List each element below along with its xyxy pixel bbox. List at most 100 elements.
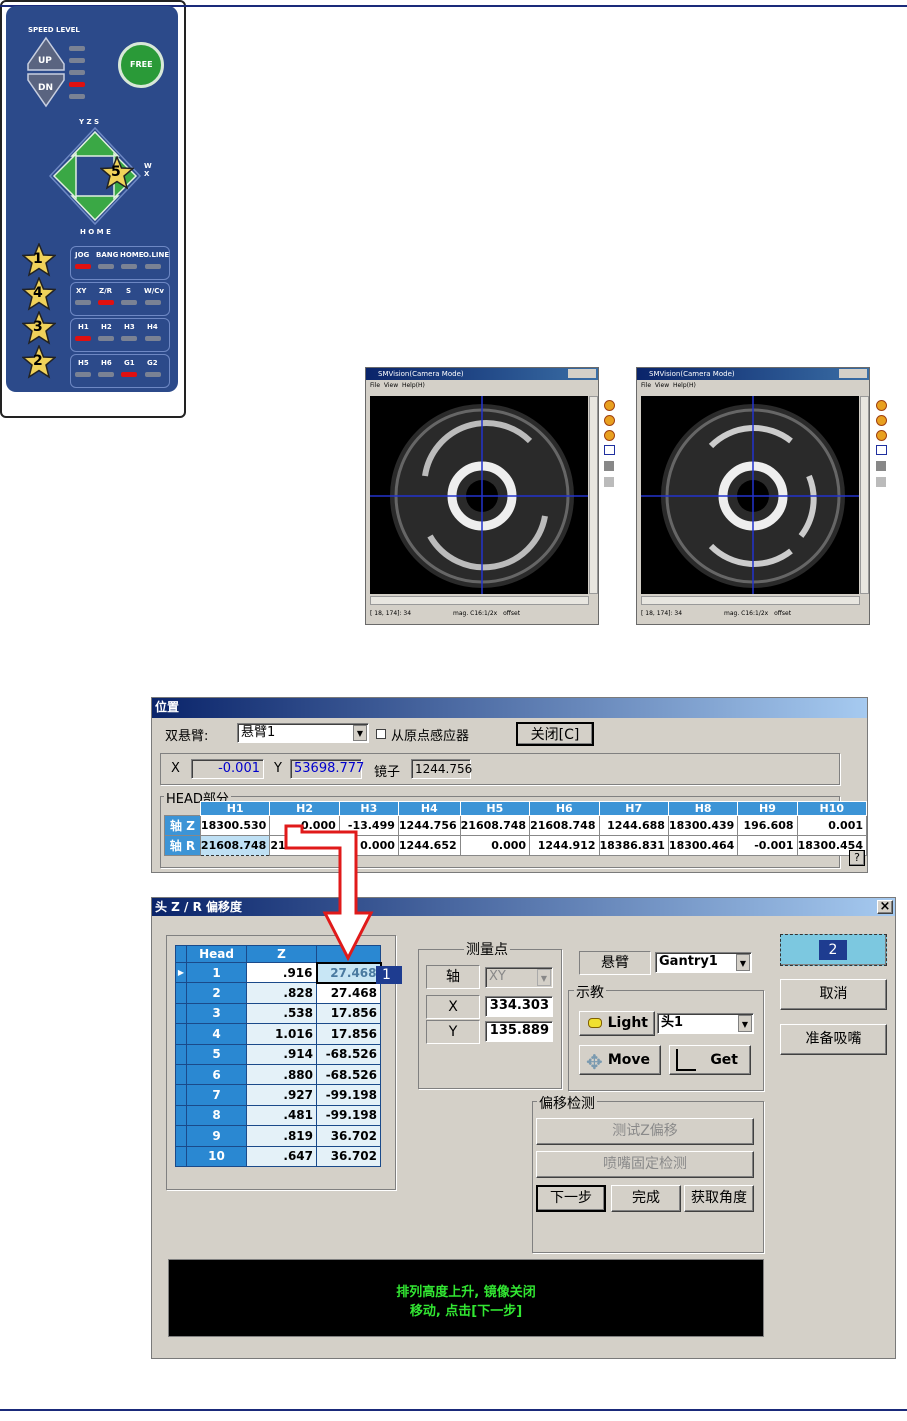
head-col-h9: H9 — [737, 801, 798, 816]
r-cell[interactable]: 17.856 — [316, 1002, 381, 1025]
table-cell-selected: 21608.748 — [199, 835, 271, 856]
menu-help[interactable]: Help(H) — [402, 382, 425, 389]
smvision-menu: File View Help(H) — [637, 380, 869, 391]
r-cell[interactable]: 36.702 — [316, 1125, 381, 1147]
vertical-scrollbar[interactable] — [589, 396, 598, 594]
done-button[interactable]: 完成 — [611, 1185, 681, 1212]
gray-tool-icon[interactable] — [876, 461, 886, 471]
horizontal-scrollbar[interactable] — [641, 596, 860, 605]
r-cell[interactable]: 27.468 — [316, 982, 381, 1004]
help-button[interactable]: ? — [849, 850, 865, 866]
up-button-label: UP — [38, 56, 52, 66]
r-cell[interactable]: -68.526 — [316, 1043, 381, 1065]
zoom-fit-icon[interactable] — [876, 430, 887, 441]
z-cell[interactable]: .880 — [246, 1063, 317, 1086]
z-cell[interactable]: 1.016 — [246, 1023, 317, 1045]
status-bar: [ 18, 174]: 34 mag. C16:1/2x offset — [370, 610, 520, 617]
axis-r-row: 轴 R 21608.748 21608.748 0.000 1244.652 0… — [164, 835, 868, 856]
dn-button-label: DN — [38, 83, 54, 93]
table-cell: 1244.688 — [598, 815, 669, 836]
window-controls-icon[interactable] — [568, 369, 596, 378]
menu-view[interactable]: View — [384, 382, 398, 389]
table-row[interactable]: 9.819 36.702 — [175, 1125, 381, 1147]
axis-r-label: 轴 R — [164, 835, 201, 856]
message-line-1: 排列高度上升, 镜像关闭 — [396, 1285, 536, 1300]
horizontal-scrollbar[interactable] — [370, 596, 589, 605]
chevron-down-icon[interactable]: ▼ — [353, 725, 367, 741]
get-angle-button[interactable]: 获取角度 — [684, 1185, 754, 1212]
window-icon[interactable] — [876, 445, 887, 455]
row-pointer-icon: ▶ — [175, 961, 187, 984]
z-cell[interactable]: .538 — [246, 1002, 317, 1025]
menu-view[interactable]: View — [655, 382, 669, 389]
z-cell[interactable]: .481 — [246, 1104, 317, 1127]
r-cell[interactable]: -99.198 — [316, 1084, 381, 1106]
light-button[interactable]: Light — [579, 1011, 655, 1036]
gantry-select[interactable]: Gantry1 ▼ — [655, 952, 752, 973]
zoom-fit-icon[interactable] — [604, 430, 615, 441]
chevron-down-icon[interactable]: ▼ — [537, 969, 551, 986]
table-row[interactable]: 6.880 -68.526 — [175, 1063, 381, 1086]
z-cell[interactable]: .927 — [246, 1084, 317, 1106]
close-button[interactable]: 关闭[C] — [516, 722, 594, 746]
head-col-h8: H8 — [667, 801, 739, 816]
y-value-field[interactable]: 135.889 — [485, 1021, 553, 1042]
test-z-offset-button[interactable]: 测试Z偏移 — [536, 1118, 754, 1145]
r-cell[interactable]: 17.856 — [316, 1023, 381, 1045]
nozzle-check-button[interactable]: 喷嘴固定检测 — [536, 1151, 754, 1178]
next-step-button[interactable]: 下一步 — [536, 1185, 606, 1212]
x-value-field[interactable]: 334.303 — [485, 996, 553, 1017]
r-cell[interactable]: -99.198 — [316, 1104, 381, 1127]
chevron-down-icon[interactable]: ▼ — [738, 1015, 752, 1032]
smvision-window-2: SMVision(Camera Mode) File View Help(H) … — [636, 367, 870, 625]
table-row[interactable]: 4 1.016 17.856 — [175, 1023, 381, 1045]
table-row[interactable]: 8.481 -99.198 — [175, 1104, 381, 1127]
table-row[interactable]: 3.538 17.856 — [175, 1002, 381, 1025]
smvision-1-zoom-tools[interactable] — [604, 400, 616, 492]
gray-tool-icon[interactable] — [604, 461, 614, 471]
btn-home-label: HOME — [120, 251, 144, 259]
head-select[interactable]: 头1 ▼ — [657, 1013, 754, 1034]
move-button[interactable]: ✥ Move — [579, 1045, 661, 1075]
z-cell[interactable]: .647 — [246, 1145, 317, 1167]
close-icon[interactable]: × — [877, 900, 893, 914]
r-cell[interactable]: -68.526 — [316, 1063, 381, 1086]
zoom-in-icon[interactable] — [876, 400, 887, 411]
window-controls-icon[interactable] — [839, 369, 867, 378]
x-value: 334.303 — [489, 998, 549, 1013]
confirm-button[interactable]: 2 — [780, 934, 887, 966]
z-cell[interactable]: .828 — [246, 982, 317, 1004]
x-label: X — [171, 761, 180, 776]
menu-file[interactable]: File — [641, 382, 651, 389]
menu-help[interactable]: Help(H) — [673, 382, 696, 389]
chevron-down-icon[interactable]: ▼ — [736, 954, 750, 971]
status-offset: offset — [774, 610, 792, 617]
table-row[interactable]: 10.647 36.702 — [175, 1145, 381, 1167]
vertical-scrollbar[interactable] — [860, 396, 869, 594]
prepare-nozzle-button[interactable]: 准备吸嘴 — [780, 1024, 887, 1055]
axis-select[interactable]: XY ▼ — [485, 967, 553, 988]
menu-file[interactable]: File — [370, 382, 380, 389]
origin-sensor-checkbox[interactable] — [376, 729, 386, 739]
gray-tool-icon[interactable] — [876, 477, 886, 487]
smvision-titlebar: SMVision(Camera Mode) — [637, 368, 869, 380]
z-cell[interactable]: .819 — [246, 1125, 317, 1147]
head-offset-dialog: 头 Z / R 偏移度 × Head Z R ▶1.91627.468 2.82… — [151, 897, 896, 1359]
gray-tool-icon[interactable] — [604, 477, 614, 487]
table-row[interactable]: 2.828 27.468 — [175, 982, 381, 1004]
table-row[interactable]: 5.914 -68.526 — [175, 1043, 381, 1065]
dual-gantry-select[interactable]: 悬臂1 ▼ — [237, 723, 369, 743]
zoom-out-icon[interactable] — [876, 415, 887, 426]
smvision-2-zoom-tools[interactable] — [876, 400, 888, 492]
window-icon[interactable] — [604, 445, 615, 455]
z-cell[interactable]: .914 — [246, 1043, 317, 1065]
r-cell[interactable]: 36.702 — [316, 1145, 381, 1167]
get-button[interactable]: Get — [669, 1045, 751, 1075]
zoom-in-icon[interactable] — [604, 400, 615, 411]
zoom-out-icon[interactable] — [604, 415, 615, 426]
cancel-button[interactable]: 取消 — [780, 979, 887, 1010]
offset-dialog-title: 头 Z / R 偏移度 — [155, 900, 243, 914]
table-row[interactable]: 7.927 -99.198 — [175, 1084, 381, 1106]
led-g1 — [121, 372, 137, 377]
btn-bang-label: BANG — [96, 251, 119, 259]
